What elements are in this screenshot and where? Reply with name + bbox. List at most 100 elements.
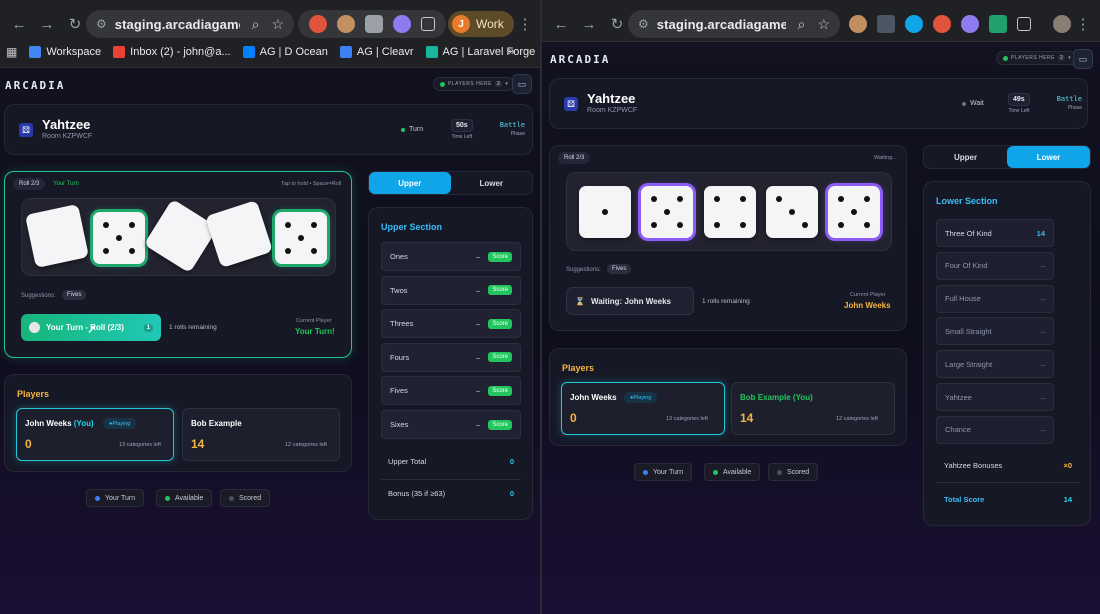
die-3 — [704, 186, 756, 238]
camera-extension-icon[interactable] — [365, 15, 383, 33]
upper-section-card: Upper Section Ones – Score Twos – Score Threes… — [368, 207, 533, 520]
upper-total-label: Upper Total — [388, 457, 427, 466]
tab-upper[interactable]: Upper — [924, 146, 1007, 168]
score-button[interactable]: Score — [488, 352, 512, 363]
back-icon[interactable]: ← — [8, 13, 30, 35]
app-logo: ARCADIA — [5, 79, 66, 92]
more-bookmarks-icon[interactable]: » — [508, 44, 515, 58]
tab-lower[interactable]: Lower — [451, 172, 533, 194]
score-button[interactable]: Score — [488, 419, 512, 430]
die-1[interactable] — [24, 203, 90, 269]
roll-counter: Roll 2/3 — [13, 178, 46, 190]
score-button[interactable]: Score — [488, 385, 512, 396]
room-code: Room KZPWCF — [42, 133, 93, 140]
chevron-down-icon: ▾ — [505, 81, 509, 87]
bonus-value: 0 — [509, 489, 514, 498]
chat-icon[interactable]: ▭ — [1073, 49, 1093, 69]
category-label: Yahtzee — [945, 392, 972, 402]
site-info-icon[interactable]: ⚙ — [638, 17, 649, 31]
forward-icon[interactable]: → — [36, 13, 58, 35]
extension-icon[interactable] — [849, 15, 867, 33]
suggestion-tag[interactable]: Fives — [62, 290, 87, 300]
lower-row-three-of-kind: Three Of Kind 14 — [936, 219, 1054, 247]
extension-icon[interactable] — [905, 15, 923, 33]
lower-section-title: Lower Section — [936, 196, 998, 206]
online-dot-icon — [1003, 55, 1008, 61]
category-label: Sixes — [390, 420, 409, 429]
app-content: ARCADIA PLAYERS HERE 2 ▾ ▭ ⚄ Yahtzee Roo… — [0, 68, 540, 614]
turn-status-label: Turn — [409, 126, 424, 133]
reload-icon[interactable]: ↻ — [64, 13, 86, 35]
players-here-indicator[interactable]: PLAYERS HERE 2 ▾ — [433, 77, 516, 91]
die-pip — [851, 209, 857, 215]
roll-button-label: Your Turn - Roll (2/3) — [46, 323, 124, 332]
lower-row-large-straight: Large Straight – — [936, 350, 1054, 379]
dice-icon: ⚄ — [19, 123, 33, 137]
profile-button[interactable]: J Work — [448, 11, 514, 37]
profile-avatar[interactable] — [1053, 15, 1071, 33]
players-here-indicator[interactable]: PLAYERS HERE 2 ▾ — [996, 51, 1079, 65]
score-button[interactable]: Score — [488, 318, 512, 329]
player-you-tag: (You) — [792, 393, 813, 402]
legend-label: Your Turn — [105, 494, 136, 502]
lower-row-full-house: Full House – — [936, 284, 1054, 313]
extension-icon[interactable] — [309, 15, 327, 33]
yahtzee-bonus-row: Yahtzee Bonuses ×0 — [944, 461, 1072, 470]
menu-kebab-icon[interactable]: ⋮ — [514, 13, 536, 35]
google-icon — [29, 46, 42, 58]
bookmark-item[interactable]: AG | Laravel Forge — [425, 46, 535, 58]
puzzle-icon[interactable] — [421, 17, 435, 31]
hourglass-icon: ⌛ — [575, 296, 585, 306]
extension-icon[interactable] — [989, 15, 1007, 33]
forward-icon[interactable]: → — [578, 13, 600, 35]
hold-hint: Tap to hold • Space=Roll — [281, 181, 342, 187]
die-4[interactable] — [204, 199, 274, 269]
player-card-bob[interactable]: Bob Example 14 12 categories left — [182, 408, 340, 461]
score-button[interactable]: Score — [488, 285, 512, 296]
address-bar[interactable]: ⚙ staging.arcadiagames.c... ⌕ ☆ — [628, 10, 840, 38]
bookmark-item[interactable]: AG | Cleavr — [339, 46, 414, 58]
puzzle-icon[interactable] — [1017, 17, 1031, 31]
zoom-icon[interactable]: ⌕ — [252, 16, 260, 33]
bookmark-star-icon[interactable]: ☆ — [271, 16, 284, 33]
browser-chrome: ← → ↻ ⚙ staging.arcadiagames.c... ⌕ ☆ ⋮ — [542, 0, 1100, 42]
die-pip — [714, 222, 720, 228]
extension-icon[interactable] — [393, 15, 411, 33]
die-3[interactable] — [143, 198, 219, 274]
legend-label: Scored — [239, 494, 262, 502]
waiting-button: ⌛ Waiting: John Weeks — [566, 287, 694, 315]
zoom-icon[interactable]: ⌕ — [798, 16, 806, 33]
rolls-remaining: 1 rolls remaining — [169, 324, 217, 331]
menu-kebab-icon[interactable]: ⋮ — [1072, 13, 1094, 35]
score-button[interactable]: Score — [488, 251, 512, 262]
extension-icon[interactable] — [933, 15, 951, 33]
extension-icon[interactable] — [877, 15, 895, 33]
phase: Battle Phase — [493, 121, 525, 137]
apps-grid-icon[interactable]: ▦ — [6, 45, 17, 59]
extension-icon[interactable] — [337, 15, 355, 33]
extension-icon[interactable] — [961, 15, 979, 33]
category-label: Three Of Kind — [945, 228, 992, 238]
category-value: – — [1040, 425, 1045, 435]
player-card-john[interactable]: John Weeks (You) ● Playing 0 13 categori… — [16, 408, 174, 461]
player-score: 0 — [570, 411, 577, 425]
players-here-count: 2 — [494, 81, 503, 87]
bookmark-item[interactable]: AG | D Ocean — [242, 46, 328, 58]
die-2-held[interactable] — [93, 212, 145, 264]
bookmark-star-icon[interactable]: ☆ — [817, 16, 830, 33]
reload-icon[interactable]: ↻ — [606, 13, 628, 35]
total-score-value: 14 — [1063, 495, 1072, 504]
site-info-icon[interactable]: ⚙ — [96, 17, 107, 31]
legend-item: Your Turn — [86, 489, 145, 507]
tab-lower[interactable]: Lower — [1007, 146, 1090, 168]
suggestions-label: Suggestions: — [21, 293, 56, 299]
back-icon[interactable]: ← — [550, 13, 572, 35]
player-categories-left: 13 categories left — [666, 416, 708, 422]
score-tabs: Upper Lower — [923, 145, 1091, 169]
bookmark-item[interactable]: Inbox (2) - john@a... — [113, 46, 231, 58]
tab-upper[interactable]: Upper — [369, 172, 451, 194]
address-bar[interactable]: ⚙ staging.arcadiagames... ⌕ ☆ — [86, 10, 294, 38]
bookmark-item[interactable]: Workspace — [29, 46, 101, 58]
die-5-held[interactable] — [275, 212, 327, 264]
chat-icon[interactable]: ▭ — [512, 74, 532, 94]
